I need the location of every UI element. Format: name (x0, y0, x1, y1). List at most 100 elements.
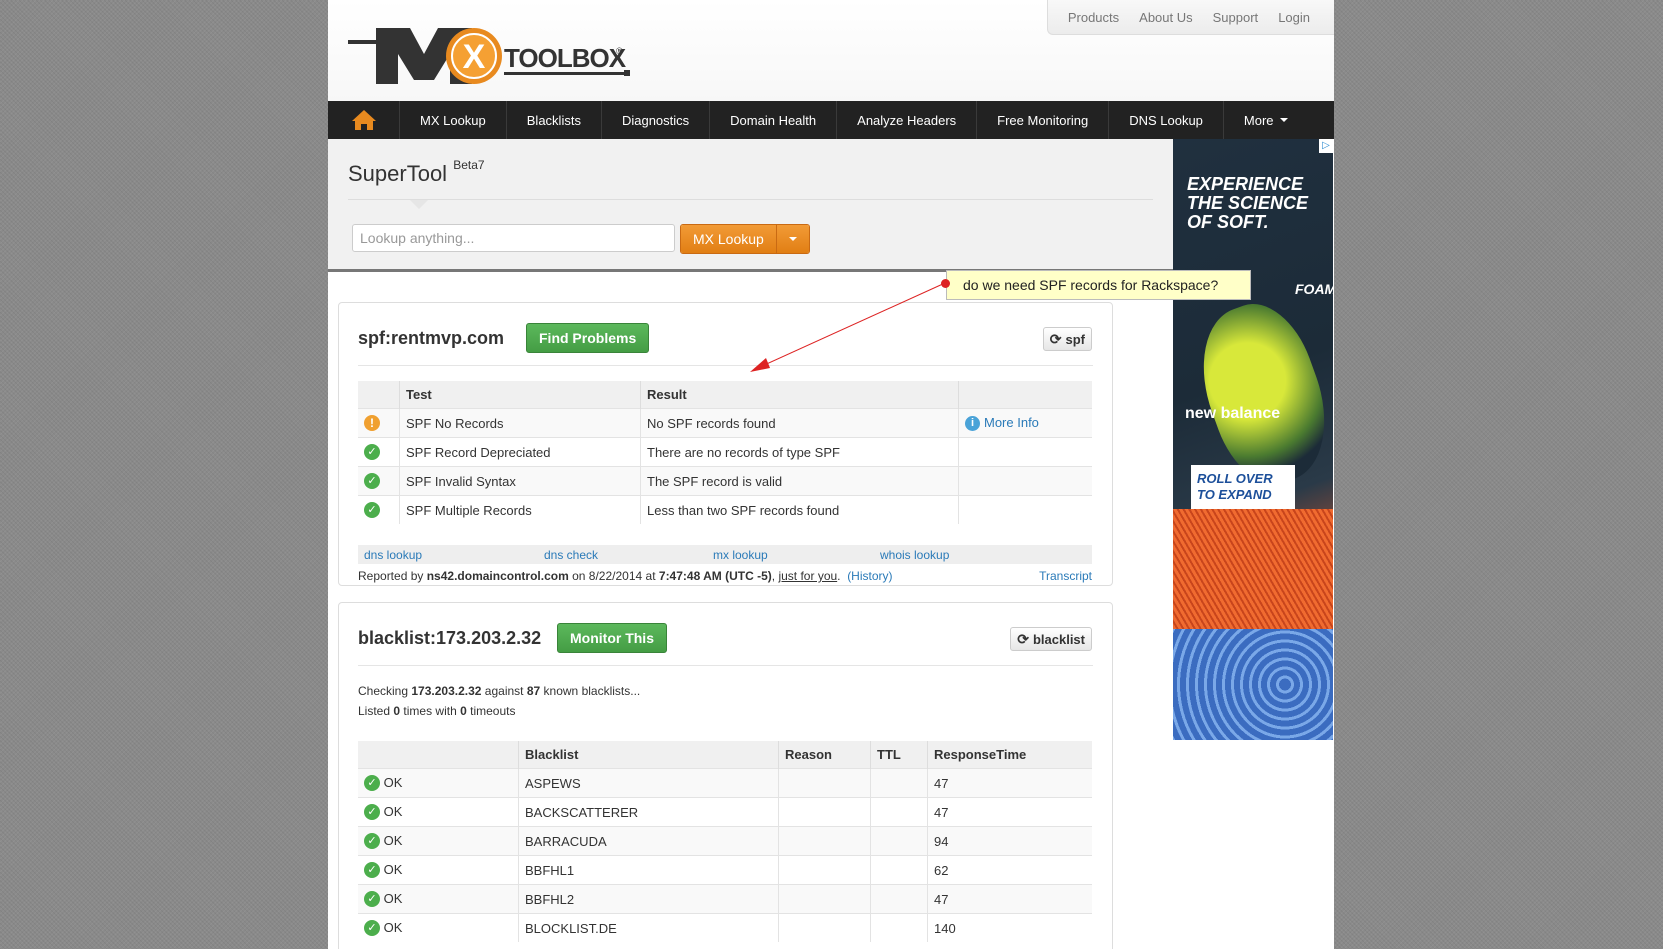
nav-domain-health[interactable]: Domain Health (710, 101, 838, 139)
responsetime-cell: 47 (927, 884, 1092, 914)
blacklist-card-title: blacklist:173.203.2.32 (358, 628, 542, 648)
summary-text: Listed (358, 704, 391, 718)
status-cell: ✓ (358, 437, 400, 467)
blacklist-name-cell: BLOCKLIST.DE (518, 913, 779, 942)
info-column-header (958, 381, 1092, 409)
top-links: Products About Us Support Login (1046, 0, 1334, 35)
info-cell (958, 495, 1092, 524)
blacklist-name-cell: ASPEWS (518, 768, 779, 798)
check-icon: ✓ (364, 502, 380, 519)
check-icon: ✓ (364, 891, 380, 908)
supertool-panel: SuperTool Beta7 MX Lookup (328, 139, 1173, 272)
toplink-products[interactable]: Products (1068, 10, 1119, 25)
checking-summary: Checking 173.203.2.32 against 87 known b… (358, 684, 640, 698)
related-tools-bar: dns lookup dns check mx lookup whois loo… (358, 545, 1092, 564)
blacklist-refresh-button[interactable]: ⟳ blacklist (1010, 627, 1092, 651)
report-label: Reported by (358, 569, 424, 583)
report-time: 7:47:48 AM (UTC -5) (658, 569, 772, 583)
blacklist-name-cell: BBFHL1 (518, 855, 779, 885)
info-cell (958, 466, 1092, 496)
site-header: X TOOLBOX ® Products About Us Support Lo… (328, 0, 1334, 101)
blacklist-column-header: Blacklist (518, 741, 779, 769)
blacklist-refresh-label: blacklist (1032, 631, 1085, 647)
dns-lookup-link[interactable]: dns lookup (364, 548, 422, 562)
history-link[interactable]: (History) (847, 569, 892, 583)
nav-blacklists[interactable]: Blacklists (507, 101, 602, 139)
ttl-cell (870, 826, 928, 856)
table-row: ✓ OK BBFHL2 47 (358, 884, 1092, 914)
monitor-this-button[interactable]: Monitor This (557, 623, 667, 653)
nav-free-monitoring[interactable]: Free Monitoring (977, 101, 1110, 139)
nav-mx-lookup[interactable]: MX Lookup (400, 101, 507, 139)
just-for-you-link[interactable]: just for you (778, 569, 837, 583)
report-label: at (645, 569, 656, 583)
toplink-login[interactable]: Login (1278, 10, 1310, 25)
mxtoolbox-logo[interactable]: X TOOLBOX ® (348, 18, 648, 90)
responsetime-cell: 62 (927, 855, 1092, 885)
report-server: ns42.domaincontrol.com (426, 569, 569, 583)
table-row: ✓ SPF Invalid Syntax The SPF record is v… (358, 466, 1092, 496)
transcript-link[interactable]: Transcript (1039, 569, 1092, 583)
test-cell: SPF Record Depreciated (399, 437, 641, 467)
mx-lookup-link[interactable]: mx lookup (713, 548, 768, 562)
table-row: ✓ SPF Multiple Records Less than two SPF… (358, 495, 1092, 524)
nav-diagnostics[interactable]: Diagnostics (602, 101, 711, 139)
spf-refresh-label: spf (1065, 331, 1086, 347)
check-icon: ✓ (364, 473, 380, 490)
dns-check-link[interactable]: dns check (544, 548, 598, 562)
spf-results-table: Test Result ! SPF No Records No SPF reco… (358, 381, 1092, 524)
logo-wordmark: TOOLBOX (504, 43, 627, 73)
reason-cell (778, 913, 871, 942)
ad-headline-line: OF SOFT. (1187, 212, 1269, 232)
responsetime-column-header: ResponseTime (927, 741, 1092, 769)
blacklist-results-table: Blacklist Reason TTL ResponseTime ✓ OK A… (358, 741, 1092, 942)
responsetime-cell: 140 (927, 913, 1092, 942)
table-row: ✓ OK BARRACUDA 94 (358, 826, 1092, 856)
mx-lookup-button-group: MX Lookup (680, 224, 810, 254)
check-icon: ✓ (364, 444, 380, 461)
notch (410, 200, 428, 209)
info-icon: i (965, 416, 980, 432)
search-input[interactable] (352, 224, 675, 252)
spf-result-card: spf:rentmvp.com Find Problems ⟳ spf Test… (338, 302, 1113, 586)
result-cell: No SPF records found (640, 408, 959, 438)
test-cell: SPF No Records (399, 408, 641, 438)
mx-lookup-button[interactable]: MX Lookup (681, 225, 776, 253)
status-label: OK (383, 832, 403, 848)
find-problems-button[interactable]: Find Problems (526, 323, 650, 353)
summary-text: against (484, 684, 524, 698)
nav-more-label: More (1243, 112, 1274, 128)
divider (348, 199, 1153, 200)
ad-headline: EXPERIENCE THE SCIENCE OF SOFT. (1187, 175, 1308, 232)
page: X TOOLBOX ® Products About Us Support Lo… (328, 0, 1334, 949)
adchoices-icon[interactable]: ▷ (1319, 139, 1333, 153)
blacklist-count: 87 (526, 684, 541, 698)
lookup-type-dropdown[interactable] (775, 225, 809, 253)
svg-text:®: ® (616, 46, 623, 56)
table-row: ✓ OK BLOCKLIST.DE 140 (358, 913, 1092, 942)
status-column-header (358, 741, 519, 769)
check-icon: ✓ (364, 862, 380, 879)
status-column-header (358, 381, 400, 409)
ad-cta[interactable]: ROLL OVER TO EXPAND (1191, 465, 1295, 509)
table-row: ! SPF No Records No SPF records found iM… (358, 408, 1092, 438)
shoe-texture-image (1173, 509, 1333, 649)
divider (358, 365, 1093, 366)
toplink-support[interactable]: Support (1213, 10, 1259, 25)
status-label: OK (383, 774, 403, 790)
advertisement[interactable]: ▷ EXPERIENCE THE SCIENCE OF SOFT. FOAM. … (1173, 139, 1333, 740)
spf-refresh-button[interactable]: ⟳ spf (1042, 327, 1092, 351)
nav-more[interactable]: More (1224, 101, 1308, 139)
toplink-about-us[interactable]: About Us (1139, 10, 1192, 25)
status-cell: ✓ (358, 495, 400, 524)
spf-card-title: spf:rentmvp.com (358, 328, 505, 348)
whois-lookup-link[interactable]: whois lookup (880, 548, 949, 562)
nav-dns-lookup[interactable]: DNS Lookup (1109, 101, 1224, 139)
responsetime-cell: 47 (927, 768, 1092, 798)
ad-cta-line: TO EXPAND (1197, 487, 1272, 502)
annotation-callout: do we need SPF records for Rackspace? (946, 270, 1251, 300)
reason-cell (778, 768, 871, 798)
nav-analyze-headers[interactable]: Analyze Headers (837, 101, 978, 139)
nav-home[interactable] (328, 101, 400, 139)
more-info-link[interactable]: i More Info (965, 415, 1039, 432)
